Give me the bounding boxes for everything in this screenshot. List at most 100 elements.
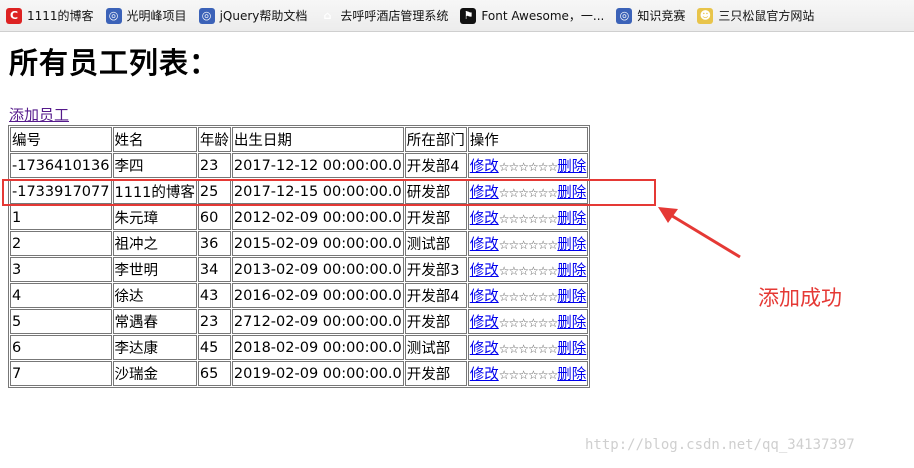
cell-name: 李达康 bbox=[112, 335, 197, 360]
table-row: 1 朱元璋 60 2012-02-09 00:00:00.0 开发部 修改☆☆☆… bbox=[10, 205, 589, 230]
delete-link[interactable]: 删除 bbox=[557, 211, 586, 227]
bookmark-label: 三只松鼠官方网站 bbox=[718, 9, 815, 23]
edit-link[interactable]: 修改 bbox=[470, 367, 499, 383]
cell-id: -1736410136 bbox=[10, 153, 112, 178]
cell-name: 徐达 bbox=[112, 283, 197, 308]
star-rating-icon: ☆☆☆☆☆☆ bbox=[498, 368, 559, 382]
table-row: -1736410136 李四 23 2017-12-12 00:00:00.0 … bbox=[10, 153, 589, 178]
edit-link[interactable]: 修改 bbox=[470, 237, 499, 253]
table-row: 7 沙瑞金 65 2019-02-09 00:00:00.0 开发部 修改☆☆☆… bbox=[10, 361, 589, 386]
edit-link[interactable]: 修改 bbox=[470, 263, 499, 279]
employee-table: 编号 姓名 年龄 出生日期 所在部门 操作 -1736410136 李四 23 … bbox=[8, 125, 591, 388]
cell-actions: 修改☆☆☆☆☆☆删除 bbox=[467, 205, 589, 230]
cell-birthdate: 2016-02-09 00:00:00.0 bbox=[231, 283, 404, 308]
cell-age: 23 bbox=[197, 309, 231, 334]
table-header-row: 编号 姓名 年龄 出生日期 所在部门 操作 bbox=[10, 127, 589, 152]
bookmark-item[interactable]: ⌂ 去呼呼酒店管理系统 bbox=[313, 4, 454, 28]
bookmark-item[interactable]: ☻ 三只松鼠官方网站 bbox=[691, 4, 820, 28]
cell-age: 45 bbox=[197, 335, 231, 360]
cell-actions: 修改☆☆☆☆☆☆删除 bbox=[467, 283, 589, 308]
delete-link[interactable]: 删除 bbox=[557, 315, 586, 331]
column-header-actions: 操作 bbox=[467, 127, 589, 152]
cell-birthdate: 2015-02-09 00:00:00.0 bbox=[231, 231, 404, 256]
page-title: 所有员工列表： bbox=[9, 46, 220, 80]
star-rating-icon: ☆☆☆☆☆☆ bbox=[498, 264, 559, 278]
delete-link[interactable]: 删除 bbox=[557, 341, 586, 357]
globe-icon: ◎ bbox=[105, 7, 122, 24]
globe-icon: ◎ bbox=[198, 7, 215, 24]
table-row: 3 李世明 34 2013-02-09 00:00:00.0 开发部3 修改☆☆… bbox=[10, 257, 589, 282]
cell-name: 沙瑞金 bbox=[112, 361, 197, 386]
cell-department: 开发部4 bbox=[404, 283, 467, 308]
cell-age: 65 bbox=[197, 361, 231, 386]
cell-department: 测试部 bbox=[404, 231, 467, 256]
cell-department: 开发部 bbox=[404, 361, 467, 386]
column-header-birthdate: 出生日期 bbox=[231, 127, 404, 152]
column-header-age: 年龄 bbox=[197, 127, 231, 152]
cell-age: 43 bbox=[197, 283, 231, 308]
cell-birthdate: 2712-02-09 00:00:00.0 bbox=[231, 309, 404, 334]
cell-name: 朱元璋 bbox=[112, 205, 197, 230]
bookmark-label: jQuery帮助文档 bbox=[219, 9, 308, 23]
star-rating-icon: ☆☆☆☆☆☆ bbox=[498, 212, 559, 226]
cell-birthdate: 2019-02-09 00:00:00.0 bbox=[231, 361, 404, 386]
bookmark-label: Font Awesome，一... bbox=[481, 9, 605, 23]
cell-birthdate: 2013-02-09 00:00:00.0 bbox=[231, 257, 404, 282]
cell-department: 测试部 bbox=[404, 335, 467, 360]
cell-actions: 修改☆☆☆☆☆☆删除 bbox=[467, 257, 589, 282]
table-row: 2 祖冲之 36 2015-02-09 00:00:00.0 测试部 修改☆☆☆… bbox=[10, 231, 589, 256]
delete-link[interactable]: 删除 bbox=[557, 237, 586, 253]
watermark: http://blog.csdn.net/qq_34137397 bbox=[585, 437, 855, 453]
edit-link[interactable]: 修改 bbox=[470, 159, 499, 175]
bookmark-item[interactable]: ◎ 光明峰项目 bbox=[100, 4, 193, 28]
squirrel-icon: ☻ bbox=[697, 7, 714, 24]
arrow-icon bbox=[658, 207, 741, 259]
cell-actions: 修改☆☆☆☆☆☆删除 bbox=[467, 361, 589, 386]
bookmark-item[interactable]: ⚑ Font Awesome，一... bbox=[454, 4, 610, 28]
edit-link[interactable]: 修改 bbox=[470, 211, 499, 227]
cell-birthdate: 2012-02-09 00:00:00.0 bbox=[231, 205, 404, 230]
edit-link[interactable]: 修改 bbox=[470, 341, 499, 357]
success-annotation: 添加成功 bbox=[758, 286, 842, 310]
cell-id: 7 bbox=[10, 361, 112, 386]
cell-age: 36 bbox=[197, 231, 231, 256]
cell-name: 常遇春 bbox=[112, 309, 197, 334]
add-employee-link[interactable]: 添加员工 bbox=[9, 104, 69, 125]
delete-link[interactable]: 删除 bbox=[557, 367, 586, 383]
cell-actions: 修改☆☆☆☆☆☆删除 bbox=[467, 309, 589, 334]
csdn-icon: C bbox=[6, 7, 22, 24]
cell-department: 开发部 bbox=[404, 309, 467, 334]
cell-birthdate: 2018-02-09 00:00:00.0 bbox=[231, 335, 404, 360]
delete-link[interactable]: 删除 bbox=[557, 263, 586, 279]
star-rating-icon: ☆☆☆☆☆☆ bbox=[498, 316, 559, 330]
star-rating-icon: ☆☆☆☆☆☆ bbox=[498, 160, 559, 174]
cell-department: 开发部3 bbox=[404, 257, 467, 282]
cell-age: 34 bbox=[197, 257, 231, 282]
star-rating-icon: ☆☆☆☆☆☆ bbox=[498, 342, 559, 356]
table-row: 6 李达康 45 2018-02-09 00:00:00.0 测试部 修改☆☆☆… bbox=[10, 335, 589, 360]
bookmark-label: 光明峰项目 bbox=[126, 9, 187, 23]
column-header-id: 编号 bbox=[10, 127, 112, 152]
home-icon: ⌂ bbox=[323, 9, 332, 22]
cell-id: 4 bbox=[10, 283, 112, 308]
bookmark-item[interactable]: ◎ jQuery帮助文档 bbox=[193, 4, 314, 28]
delete-link[interactable]: 删除 bbox=[557, 159, 586, 175]
bookmark-label: 1111的博客 bbox=[27, 9, 94, 23]
bookmark-item[interactable]: C 1111的博客 bbox=[0, 4, 100, 28]
cell-actions: 修改☆☆☆☆☆☆删除 bbox=[467, 153, 589, 178]
bookmarks-bar: C 1111的博客 ◎ 光明峰项目 ◎ jQuery帮助文档 ⌂ 去呼呼酒店管理… bbox=[0, 0, 914, 32]
bookmark-item[interactable]: ◎ 知识竞赛 bbox=[610, 4, 691, 28]
cell-age: 60 bbox=[197, 205, 231, 230]
cell-id: 3 bbox=[10, 257, 112, 282]
table-row: 5 常遇春 23 2712-02-09 00:00:00.0 开发部 修改☆☆☆… bbox=[10, 309, 589, 334]
cell-id: 2 bbox=[10, 231, 112, 256]
star-rating-icon: ☆☆☆☆☆☆ bbox=[498, 290, 559, 304]
highlight-box bbox=[2, 179, 656, 206]
edit-link[interactable]: 修改 bbox=[470, 289, 499, 305]
cell-actions: 修改☆☆☆☆☆☆删除 bbox=[467, 335, 589, 360]
table-row: 4 徐达 43 2016-02-09 00:00:00.0 开发部4 修改☆☆☆… bbox=[10, 283, 589, 308]
delete-link[interactable]: 删除 bbox=[557, 289, 586, 305]
edit-link[interactable]: 修改 bbox=[470, 315, 499, 331]
cell-actions: 修改☆☆☆☆☆☆删除 bbox=[467, 231, 589, 256]
column-header-department: 所在部门 bbox=[404, 127, 467, 152]
